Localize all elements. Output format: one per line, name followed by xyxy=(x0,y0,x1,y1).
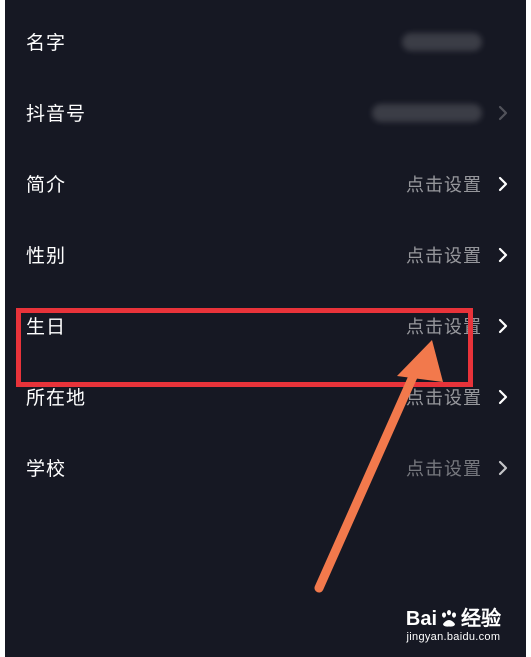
watermark-brand-left: Bai xyxy=(405,608,437,630)
row-label: 学校 xyxy=(26,458,67,480)
row-label: 生日 xyxy=(26,316,67,338)
row-value: 点击设置 xyxy=(406,316,482,338)
row-gender[interactable]: 性别 点击设置 xyxy=(5,219,526,290)
chevron-right-icon xyxy=(496,175,510,193)
chevron-right-icon xyxy=(496,317,510,335)
row-location[interactable]: 所在地 点击设置 xyxy=(5,361,526,432)
row-label: 抖音号 xyxy=(26,103,87,125)
row-label: 所在地 xyxy=(26,387,87,409)
row-value: 点击设置 xyxy=(406,245,482,267)
row-school[interactable]: 学校 点击设置 xyxy=(5,432,526,503)
row-birthday[interactable]: 生日 点击设置 xyxy=(5,290,526,361)
row-bio[interactable]: 简介 点击设置 xyxy=(5,148,526,219)
edit-profile-screen: 名字 抖音号 简介 点击设置 性别 点击设置 生日 点击设置 所在地 点击设置 xyxy=(5,0,526,657)
watermark-brand: Bai 经验 xyxy=(406,609,501,629)
chevron-right-icon xyxy=(496,104,510,122)
row-douyin-id[interactable]: 抖音号 xyxy=(5,77,526,148)
row-label: 性别 xyxy=(26,245,67,267)
chevron-right-icon xyxy=(496,459,510,477)
douyin-id-value-blurred xyxy=(372,103,482,122)
row-value: 点击设置 xyxy=(406,458,482,480)
name-value-blurred xyxy=(402,32,482,51)
row-name[interactable]: 名字 xyxy=(5,6,526,77)
watermark-url: jingyan.baidu.com xyxy=(406,631,501,643)
baidu-jingyan-watermark: Bai 经验 jingyan.baidu.com xyxy=(406,609,501,643)
row-value: 点击设置 xyxy=(406,174,482,196)
watermark-brand-right: 经验 xyxy=(461,608,501,630)
chevron-right-icon xyxy=(496,388,510,406)
row-label: 名字 xyxy=(26,32,67,54)
chevron-right-icon xyxy=(496,246,510,264)
row-label: 简介 xyxy=(26,174,67,196)
row-value: 点击设置 xyxy=(406,387,482,409)
paw-icon xyxy=(439,609,459,629)
